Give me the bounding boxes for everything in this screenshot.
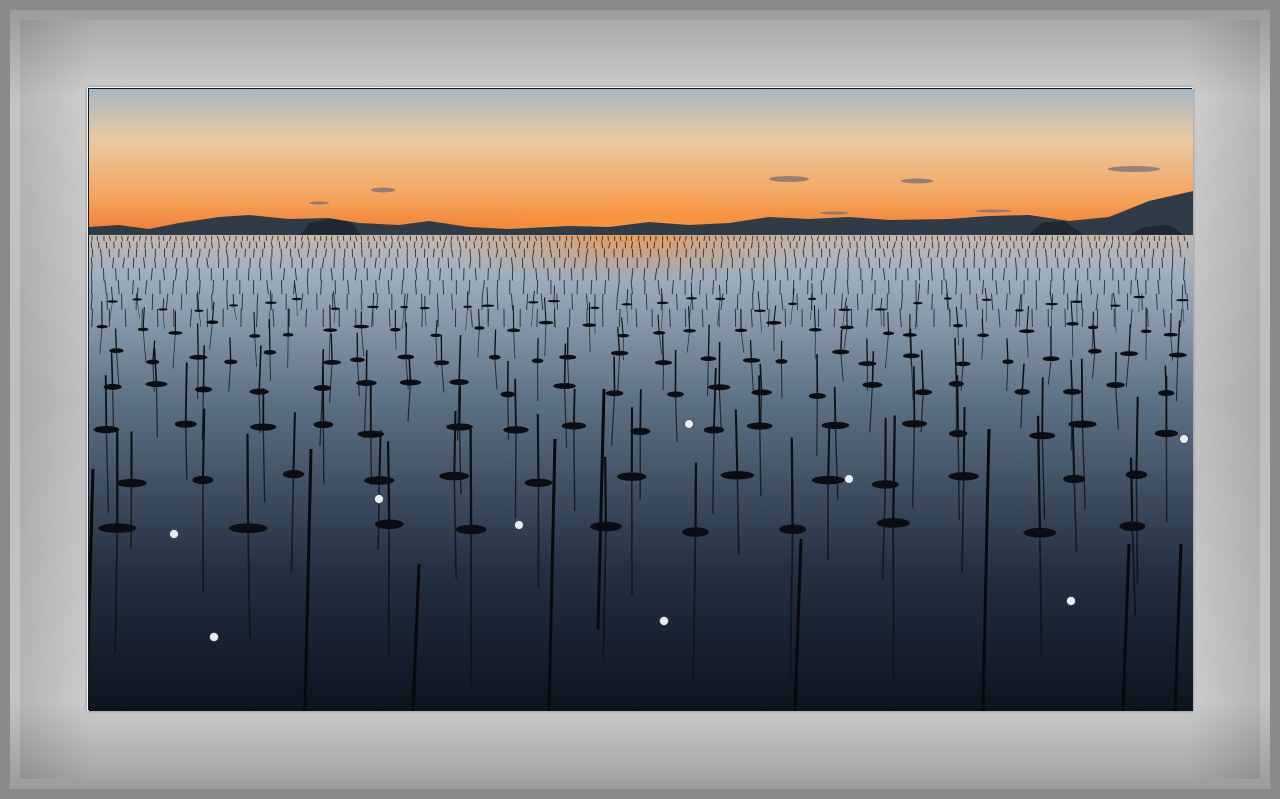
photo <box>87 87 1193 711</box>
sunset-seascape <box>89 89 1193 711</box>
